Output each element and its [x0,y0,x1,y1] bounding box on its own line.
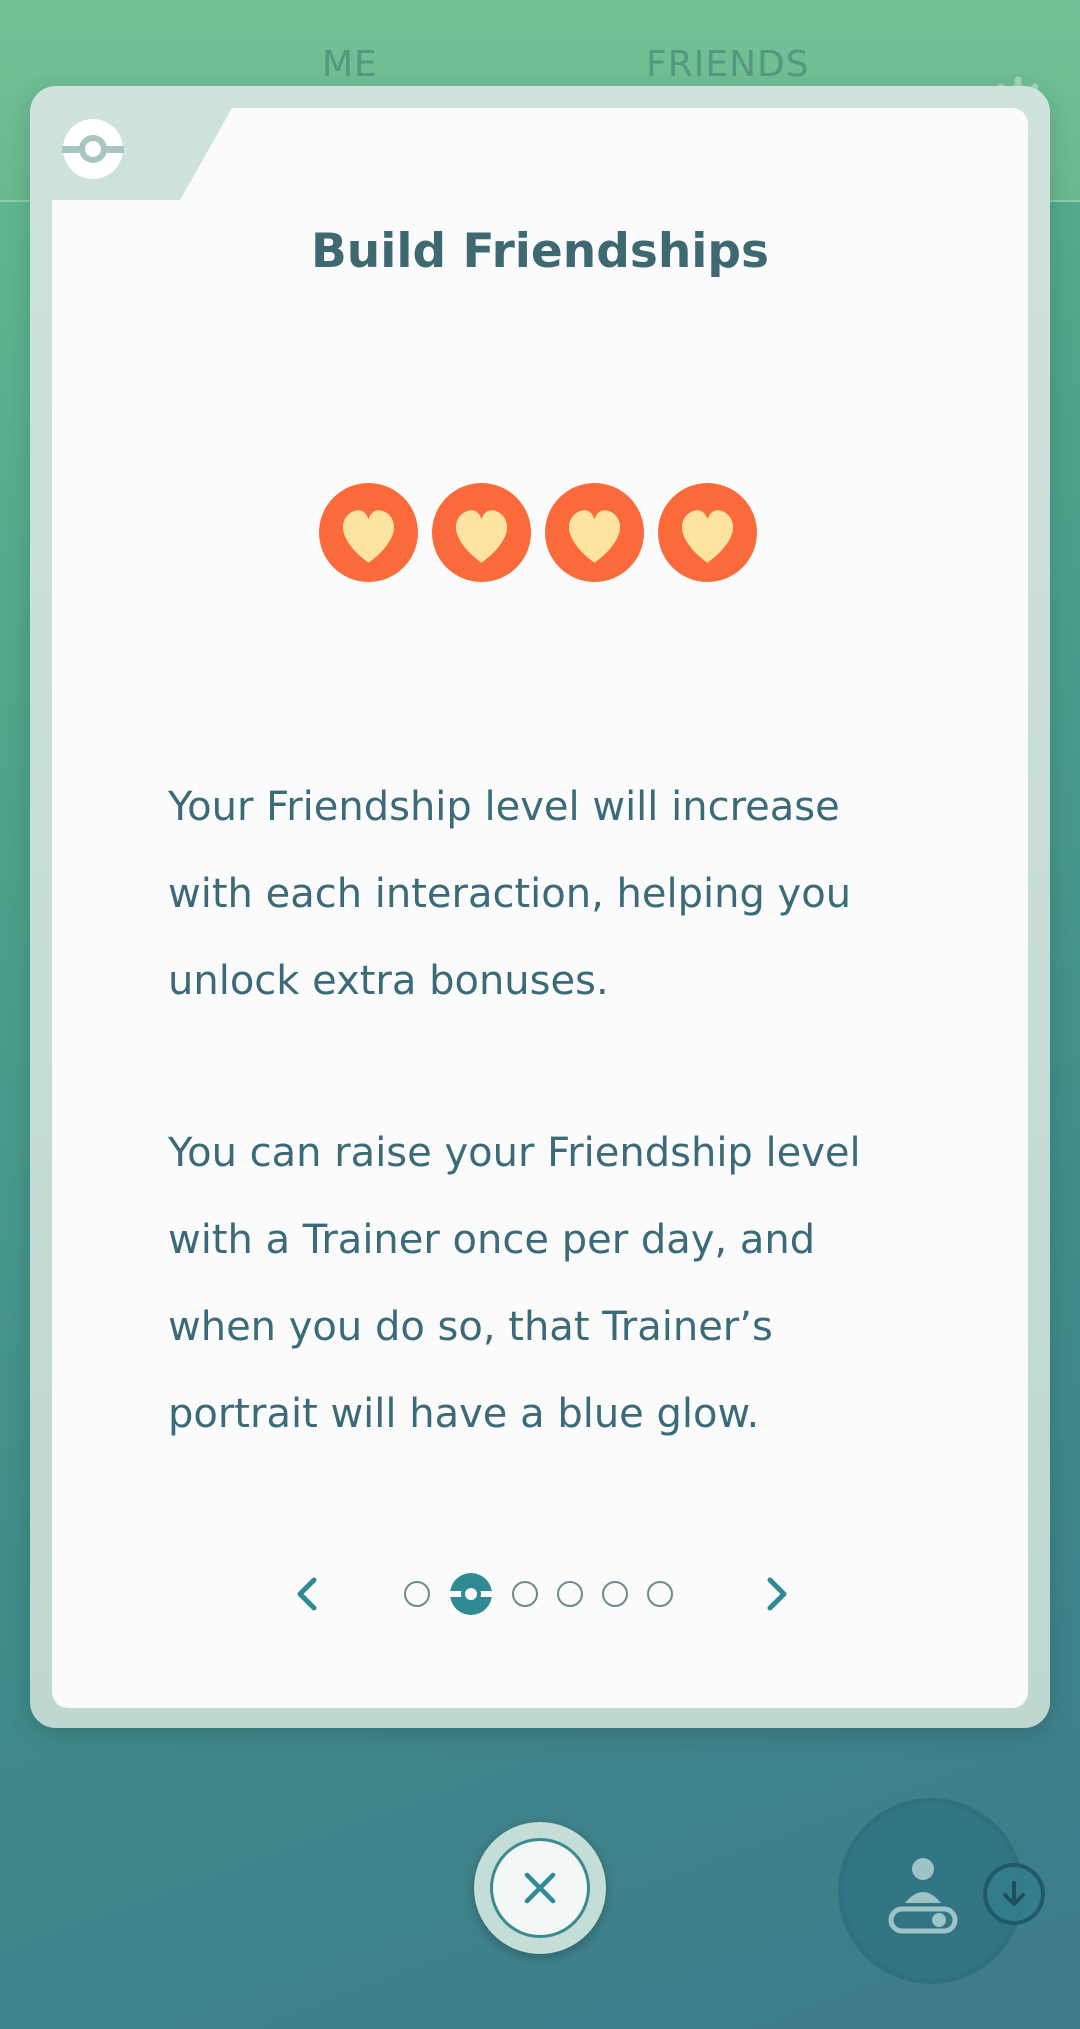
download-icon [1003,1881,1025,1906]
tab-me[interactable]: ME [322,44,378,85]
page-dots [404,1564,692,1624]
page-dot[interactable] [512,1581,538,1607]
friendship-hearts [318,482,758,583]
trainer-fab-button[interactable] [838,1798,1045,1984]
page-dot[interactable] [602,1581,628,1607]
modal-title: Build Friendships [310,224,770,279]
chevron-left-icon[interactable] [278,1564,338,1624]
tab-friends[interactable]: FRIENDS [646,44,810,85]
page-dot[interactable] [404,1581,430,1607]
trainer-icon [888,1858,958,1934]
description-paragraph: You can raise your Friendship level with… [168,1130,861,1437]
chevron-right-icon[interactable] [746,1564,806,1624]
close-button[interactable] [474,1822,606,1954]
heart-icon [658,483,757,582]
page-dot[interactable] [557,1581,583,1607]
screen: ME FRIENDS Build Friendships Your Friend… [0,0,1080,2029]
close-button-inner[interactable] [490,1838,590,1938]
heart-icon [432,483,531,582]
heart-icon [545,483,644,582]
heart-icon [319,483,418,582]
pokeball-icon [62,119,124,179]
description-paragraph: Your Friendship level will increase with… [168,784,852,1004]
close-icon [524,1872,556,1904]
download-badge[interactable] [983,1863,1045,1925]
page-indicator [52,1564,1028,1624]
page-dot[interactable] [647,1581,673,1607]
page-dot-active[interactable] [449,1572,493,1616]
